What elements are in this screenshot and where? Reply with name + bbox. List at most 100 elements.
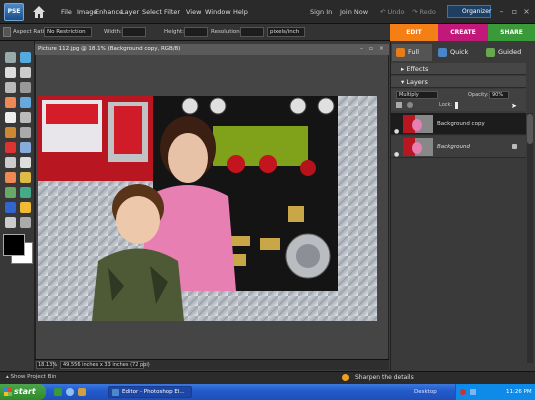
undo-label: Undo — [387, 8, 405, 16]
magic-wand-tool-icon[interactable] — [5, 97, 16, 108]
eyedropper-tool-icon[interactable] — [20, 67, 31, 78]
close-icon[interactable]: × — [522, 7, 531, 16]
height-field[interactable] — [184, 27, 208, 37]
move-tool-icon[interactable] — [5, 52, 16, 63]
resolution-field[interactable] — [240, 27, 264, 37]
undo-button[interactable]: ↶ Undo — [380, 8, 405, 16]
menu-select[interactable]: Select — [142, 8, 162, 16]
marquee-tool-icon[interactable] — [5, 82, 16, 93]
menu-enhance[interactable]: Enhance — [95, 8, 123, 16]
crop-tool-icon[interactable] — [3, 27, 11, 37]
aspect-ratio-select[interactable]: No Restriction — [44, 27, 92, 37]
organizer-button[interactable]: Organizer — [447, 5, 491, 18]
blur-tool-icon[interactable] — [20, 202, 31, 213]
crop-tool-icon[interactable] — [20, 112, 31, 123]
tab-quick-label: Quick — [450, 48, 469, 56]
lasso-tool-icon[interactable] — [20, 82, 31, 93]
opacity-field[interactable]: 90% — [489, 91, 509, 99]
width-label: Width: — [104, 29, 122, 35]
shape-tool-icon[interactable] — [5, 202, 16, 213]
show-project-bin-button[interactable]: ▴ Show Project Bin — [6, 374, 56, 380]
tab-guided[interactable]: Guided — [482, 44, 532, 61]
tray-icon[interactable] — [460, 389, 466, 395]
layer-name: Background — [437, 144, 470, 150]
tab-full-label: Full — [408, 48, 420, 56]
redo-button[interactable]: ↷ Redo — [412, 8, 436, 16]
height-label: Height: — [164, 29, 185, 35]
taskbar-item-editor[interactable]: Editor - Photoshop El... — [108, 386, 192, 398]
menu-filter[interactable]: Filter — [164, 8, 180, 16]
network-icon[interactable] — [470, 389, 476, 395]
start-button[interactable]: start — [0, 384, 46, 400]
tab-share[interactable]: SHARE — [488, 24, 535, 41]
layer-thumbnail — [403, 115, 433, 133]
effects-panel-header[interactable]: ▸ Effects — [391, 63, 526, 75]
zoom-field[interactable]: 18.13% — [36, 361, 57, 369]
type-tool-icon[interactable] — [5, 112, 16, 123]
lock-icon — [512, 144, 517, 149]
document-info[interactable]: 49.556 inches x 33 inches (72 ppi) — [60, 361, 150, 369]
new-layer-icon[interactable] — [396, 102, 402, 108]
layers-panel-header[interactable]: ▾ Layers — [391, 76, 526, 88]
menu-file[interactable]: File — [61, 8, 72, 16]
menu-help[interactable]: Help — [233, 8, 248, 16]
healing-brush-tool-icon[interactable] — [20, 142, 31, 153]
tab-create[interactable]: CREATE — [438, 24, 488, 41]
sign-in-link[interactable]: Sign In — [310, 8, 332, 16]
menu-window[interactable]: Window — [205, 8, 231, 16]
hand-tool-icon[interactable] — [5, 67, 16, 78]
brush-tool-icon[interactable] — [5, 172, 16, 183]
eye-icon[interactable]: ● — [394, 144, 399, 166]
lock-label: Lock: — [439, 102, 453, 108]
join-now-link[interactable]: Join Now — [340, 8, 368, 16]
foreground-color-swatch[interactable] — [3, 234, 25, 256]
red-eye-tool-icon[interactable] — [5, 142, 16, 153]
menu-view[interactable]: View — [186, 8, 201, 16]
gradient-tool-icon[interactable] — [20, 187, 31, 198]
layers-scrollbar[interactable] — [527, 113, 533, 363]
blend-mode-select[interactable]: Multiply — [396, 91, 438, 99]
show-project-bin-label: Show Project Bin — [10, 374, 57, 380]
redo-label: Redo — [419, 8, 436, 16]
photoshop-icon — [112, 389, 119, 396]
full-edit-icon — [396, 48, 405, 57]
paint-bucket-tool-icon[interactable] — [5, 187, 16, 198]
width-field[interactable] — [122, 27, 146, 37]
minimize-icon[interactable]: – — [497, 7, 506, 16]
sponge-tool-icon[interactable] — [5, 217, 16, 228]
restore-icon[interactable]: ▫ — [510, 7, 519, 16]
layers-scrollbar-thumb[interactable] — [527, 114, 533, 144]
taskbar-item-label: Editor - Photoshop El... — [122, 389, 185, 395]
quick-selection-tool-icon[interactable] — [20, 97, 31, 108]
app-logo: PSE — [4, 3, 24, 21]
tab-full[interactable]: Full — [392, 44, 432, 61]
lock-slider-handle[interactable] — [455, 102, 458, 109]
app-status-bar — [0, 371, 535, 384]
clone-stamp-tool-icon[interactable] — [5, 157, 16, 168]
layer-row-background[interactable]: ● Background — [391, 136, 526, 158]
desktop-toolbar[interactable]: Desktop — [414, 389, 437, 395]
status-hint: Sharpen the details — [355, 374, 414, 381]
menu-layer[interactable]: Layer — [121, 8, 139, 16]
document-window-controls[interactable]: – ▫ × — [360, 45, 386, 52]
guided-edit-icon — [486, 48, 495, 57]
quick-fix-icon — [438, 48, 447, 57]
home-icon[interactable] — [32, 5, 46, 19]
zoom-tool-icon[interactable] — [20, 52, 31, 63]
tab-quick[interactable]: Quick — [434, 44, 480, 61]
windows-logo-icon — [4, 388, 12, 396]
ie-icon[interactable] — [66, 388, 74, 396]
eraser-tool-icon[interactable] — [20, 157, 31, 168]
recompose-tool-icon[interactable] — [20, 127, 31, 138]
quicklaunch-icon[interactable] — [54, 388, 62, 396]
tip-icon — [342, 374, 349, 381]
cookie-cutter-tool-icon[interactable] — [5, 127, 16, 138]
tab-edit[interactable]: EDIT — [390, 24, 438, 41]
pencil-tool-icon[interactable] — [20, 217, 31, 228]
smart-brush-tool-icon[interactable] — [20, 172, 31, 183]
layer-row-background-copy[interactable]: ● Background copy — [391, 113, 526, 135]
adjustment-layer-icon[interactable] — [407, 102, 413, 108]
photo-canvas[interactable] — [38, 96, 377, 321]
folder-icon[interactable] — [78, 388, 86, 396]
resolution-unit-select[interactable]: pixels/inch — [267, 27, 305, 37]
